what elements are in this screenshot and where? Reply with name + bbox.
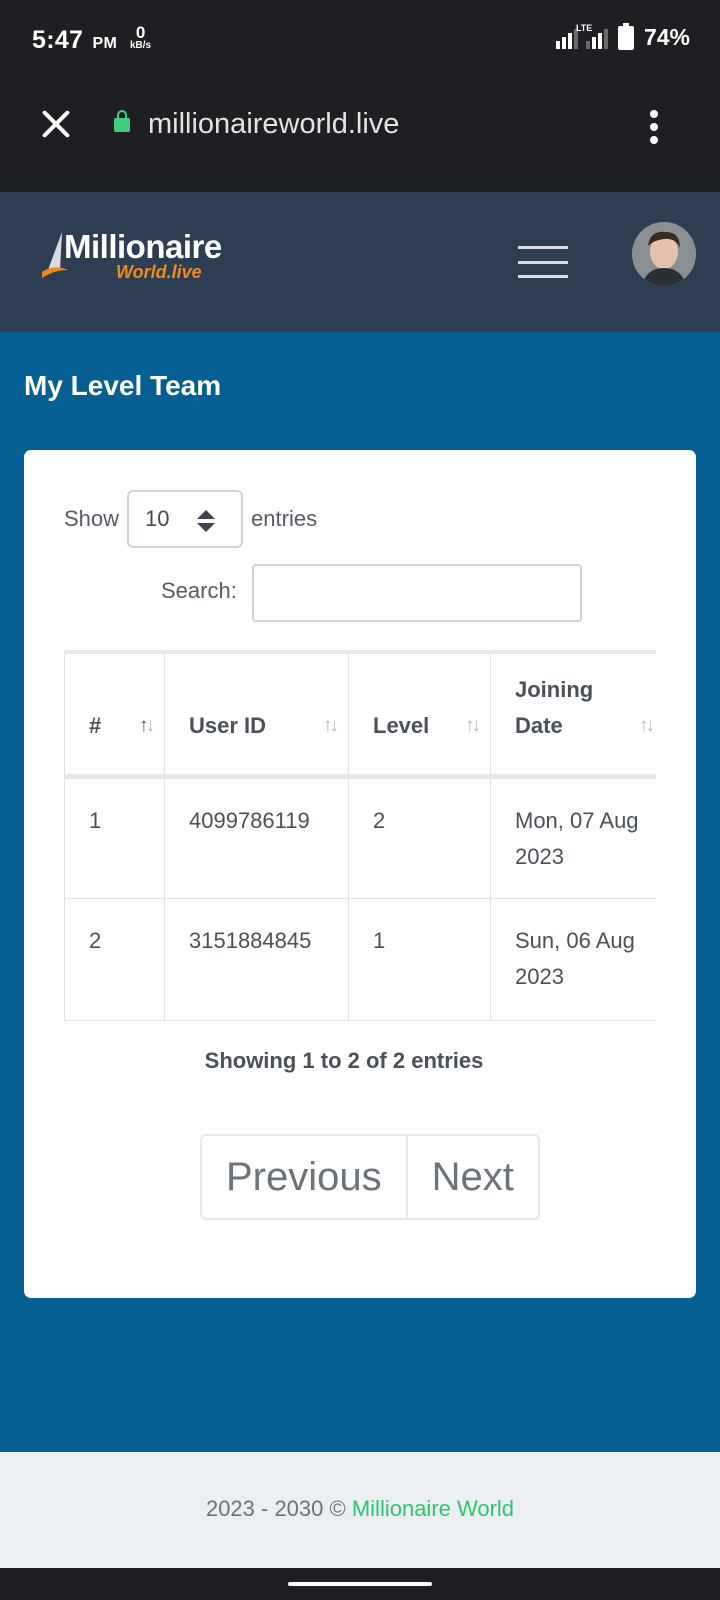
home-indicator[interactable] [288, 1582, 432, 1586]
table-row: 1 4099786119 2 Mon, 07 Aug 2023 [64, 775, 656, 899]
cell-joining-date: Mon, 07 Aug 2023 [490, 775, 656, 899]
column-header-user-id[interactable]: User ID ↑↓ [164, 651, 349, 779]
status-icons: LTE 74% [555, 22, 690, 51]
entries-length-control: Show 10 entries [64, 490, 317, 548]
cell-joining-date: Sun, 06 Aug 2023 [490, 897, 656, 1021]
next-button[interactable]: Next [405, 1136, 538, 1218]
entries-select-value: 10 [145, 506, 170, 531]
logo-text: Millionaire [64, 228, 222, 265]
cell-level: 2 [348, 775, 491, 899]
cell-number: 1 [64, 775, 165, 899]
table-header-row: # ↑↓ User ID ↑↓ Level ↑↓ Joining Date ↑↓ [64, 651, 656, 779]
sort-icon: ↑↓ [639, 714, 655, 736]
table-scroll-container[interactable]: # ↑↓ User ID ↑↓ Level ↑↓ Joining Date ↑↓ 1 4… [64, 650, 656, 1024]
column-header-joining-date[interactable]: Joining Date ↑↓ [490, 651, 656, 779]
network-speed: 0 kB/s [130, 23, 152, 51]
status-bar: 5:47 PM 0 kB/s LTE 74% [0, 0, 720, 80]
avatar[interactable] [632, 222, 696, 286]
table-row: 2 3151884845 1 Sun, 06 Aug 2023 [64, 897, 656, 1021]
browser-toolbar: millionaireworld.live [0, 80, 720, 192]
column-header-number[interactable]: # ↑↓ [64, 651, 165, 779]
cell-user-id: 3151884845 [164, 897, 349, 1021]
show-label: Show [64, 506, 120, 531]
url-bar[interactable]: millionaireworld.live [148, 108, 399, 141]
footer-brand-link[interactable]: Millionaire World [352, 1496, 514, 1521]
battery-percentage: 74% [643, 24, 690, 50]
signal-icon: LTE [555, 23, 608, 49]
page-title: My Level Team [24, 370, 222, 401]
level-team-table: # ↑↓ User ID ↑↓ Level ↑↓ Joining Date ↑↓ 1 4… [64, 650, 656, 1021]
select-arrows-icon [197, 510, 216, 532]
previous-button[interactable]: Previous [202, 1136, 406, 1218]
search-label: Search: [161, 578, 237, 603]
site-header: Millionaire World.live [0, 192, 720, 332]
close-icon[interactable] [36, 104, 76, 144]
entries-select[interactable]: 10 [127, 490, 244, 548]
site-logo[interactable]: Millionaire World.live [40, 228, 240, 288]
entries-label: entries [251, 506, 318, 531]
system-nav-bar [0, 1568, 720, 1600]
logo-subtext: World.live [116, 262, 202, 282]
footer-copyright: 2023 - 2030 © Millionaire World [205, 1496, 515, 1521]
pagination: Previous Next [200, 1134, 540, 1220]
menu-icon[interactable] [518, 246, 568, 278]
column-header-level[interactable]: Level ↑↓ [348, 651, 491, 779]
footer: 2023 - 2030 © Millionaire World [0, 1452, 720, 1568]
battery-icon [617, 22, 634, 50]
user-avatar-icon [632, 222, 696, 286]
lock-icon [114, 110, 130, 132]
level-team-card: Show 10 entries Search: # ↑↓ User ID ↑↓ Le… [24, 450, 696, 1298]
status-time: 5:47 PM [32, 26, 118, 54]
cell-number: 2 [64, 897, 165, 1021]
sort-icon: ↑↓ [323, 714, 339, 736]
sort-icon: ↑↓ [139, 714, 155, 736]
cell-user-id: 4099786119 [164, 775, 349, 899]
table-info: Showing 1 to 2 of 2 entries [204, 1048, 484, 1073]
more-options-icon[interactable] [648, 110, 660, 144]
search-input[interactable] [252, 564, 582, 622]
cell-level: 1 [348, 897, 491, 1021]
sort-icon: ↑↓ [465, 714, 481, 736]
